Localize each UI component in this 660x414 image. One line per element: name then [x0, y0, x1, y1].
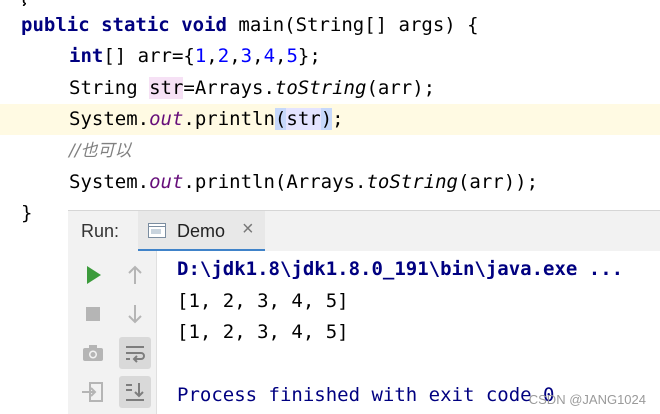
keyword-int: int	[69, 45, 104, 67]
run-tool-window: Run: Demo × D:\jdk1.8\jdk1.8.0_191\bin\j…	[68, 210, 660, 414]
soft-wrap-icon[interactable]	[119, 337, 151, 369]
keyword-public: public	[21, 14, 90, 36]
keyword-static: static	[101, 14, 170, 36]
run-toolbar-left	[68, 251, 114, 414]
stop-icon[interactable]	[77, 298, 109, 330]
code-editor[interactable]: } public static void main(String[] args)…	[0, 0, 660, 224]
code-line-println-str[interactable]: System.out.println(str);	[69, 104, 344, 135]
run-tab-bar: Run: Demo ×	[68, 211, 660, 252]
login-import-icon[interactable]	[77, 376, 109, 408]
tab-demo[interactable]: Demo ×	[138, 211, 265, 252]
call-args: (arr);	[366, 77, 436, 99]
field-out: out	[149, 171, 184, 193]
scroll-to-end-icon[interactable]	[119, 376, 151, 408]
comma: ,	[275, 45, 287, 67]
array-decl-text: [] arr={	[103, 45, 195, 67]
system-class: System.	[69, 108, 150, 130]
closing-brace[interactable]: }	[21, 198, 32, 229]
arrow-down-icon[interactable]	[119, 298, 151, 330]
console-window-icon	[148, 223, 166, 238]
semicolon: ;	[332, 108, 344, 130]
field-out: out	[149, 108, 184, 130]
close-tab-icon[interactable]: ×	[242, 218, 254, 241]
console-output[interactable]: D:\jdk1.8\jdk1.8.0_191\bin\java.exe ... …	[157, 251, 660, 414]
main-signature-text: main(String[] args) {	[226, 14, 479, 36]
partial-brace-above: }	[18, 0, 26, 6]
code-line-println-arrays[interactable]: System.out.println(Arrays.toString(arr))…	[69, 167, 538, 198]
comma: ,	[229, 45, 241, 67]
system-class: System.	[69, 171, 150, 193]
csdn-watermark: CSDN @JANG1024	[528, 392, 646, 407]
method-println: .println	[183, 108, 275, 130]
comma: ,	[206, 45, 218, 67]
rerun-play-icon[interactable]	[77, 259, 109, 291]
number-literal: 1	[194, 45, 207, 67]
paren-match-open: (	[274, 108, 287, 130]
array-decl-end: };	[297, 45, 321, 67]
code-line-main-signature[interactable]: public static void main(String[] args) {	[21, 10, 479, 41]
paren-match-close: )	[320, 108, 333, 130]
run-label: Run:	[81, 221, 120, 241]
arrow-up-icon[interactable]	[119, 259, 151, 291]
method-tostring: toString	[366, 171, 458, 193]
variable-str-usage: str	[286, 108, 321, 130]
variable-str-highlight: str	[149, 77, 184, 99]
run-toolbar-right	[114, 251, 157, 414]
console-output-line: [1, 2, 3, 4, 5]	[177, 290, 349, 312]
number-literal: 5	[286, 45, 298, 67]
console-process-finished: Process finished with exit code 0	[177, 384, 555, 406]
comma: ,	[252, 45, 264, 67]
code-line-tostring[interactable]: String str=Arrays.toString(arr);	[69, 73, 435, 104]
number-literal: 4	[263, 45, 276, 67]
assign-arrays: =Arrays.	[183, 77, 275, 99]
println-arrays-text: .println(Arrays.	[183, 171, 367, 193]
tab-demo-label: Demo	[177, 221, 226, 241]
call-args: (arr));	[457, 171, 539, 193]
console-java-path: D:\jdk1.8\jdk1.8.0_191\bin\java.exe ...	[177, 258, 624, 280]
method-tostring: toString	[274, 77, 367, 99]
type-string: String	[69, 77, 150, 99]
console-output-line: [1, 2, 3, 4, 5]	[177, 321, 349, 343]
code-line-array[interactable]: int[] arr={1,2,3,4,5};	[69, 41, 321, 72]
camera-icon[interactable]	[77, 337, 109, 369]
number-literal: 3	[240, 45, 253, 67]
code-comment[interactable]: //也可以	[69, 136, 131, 167]
keyword-void: void	[181, 14, 227, 36]
number-literal: 2	[217, 45, 230, 67]
